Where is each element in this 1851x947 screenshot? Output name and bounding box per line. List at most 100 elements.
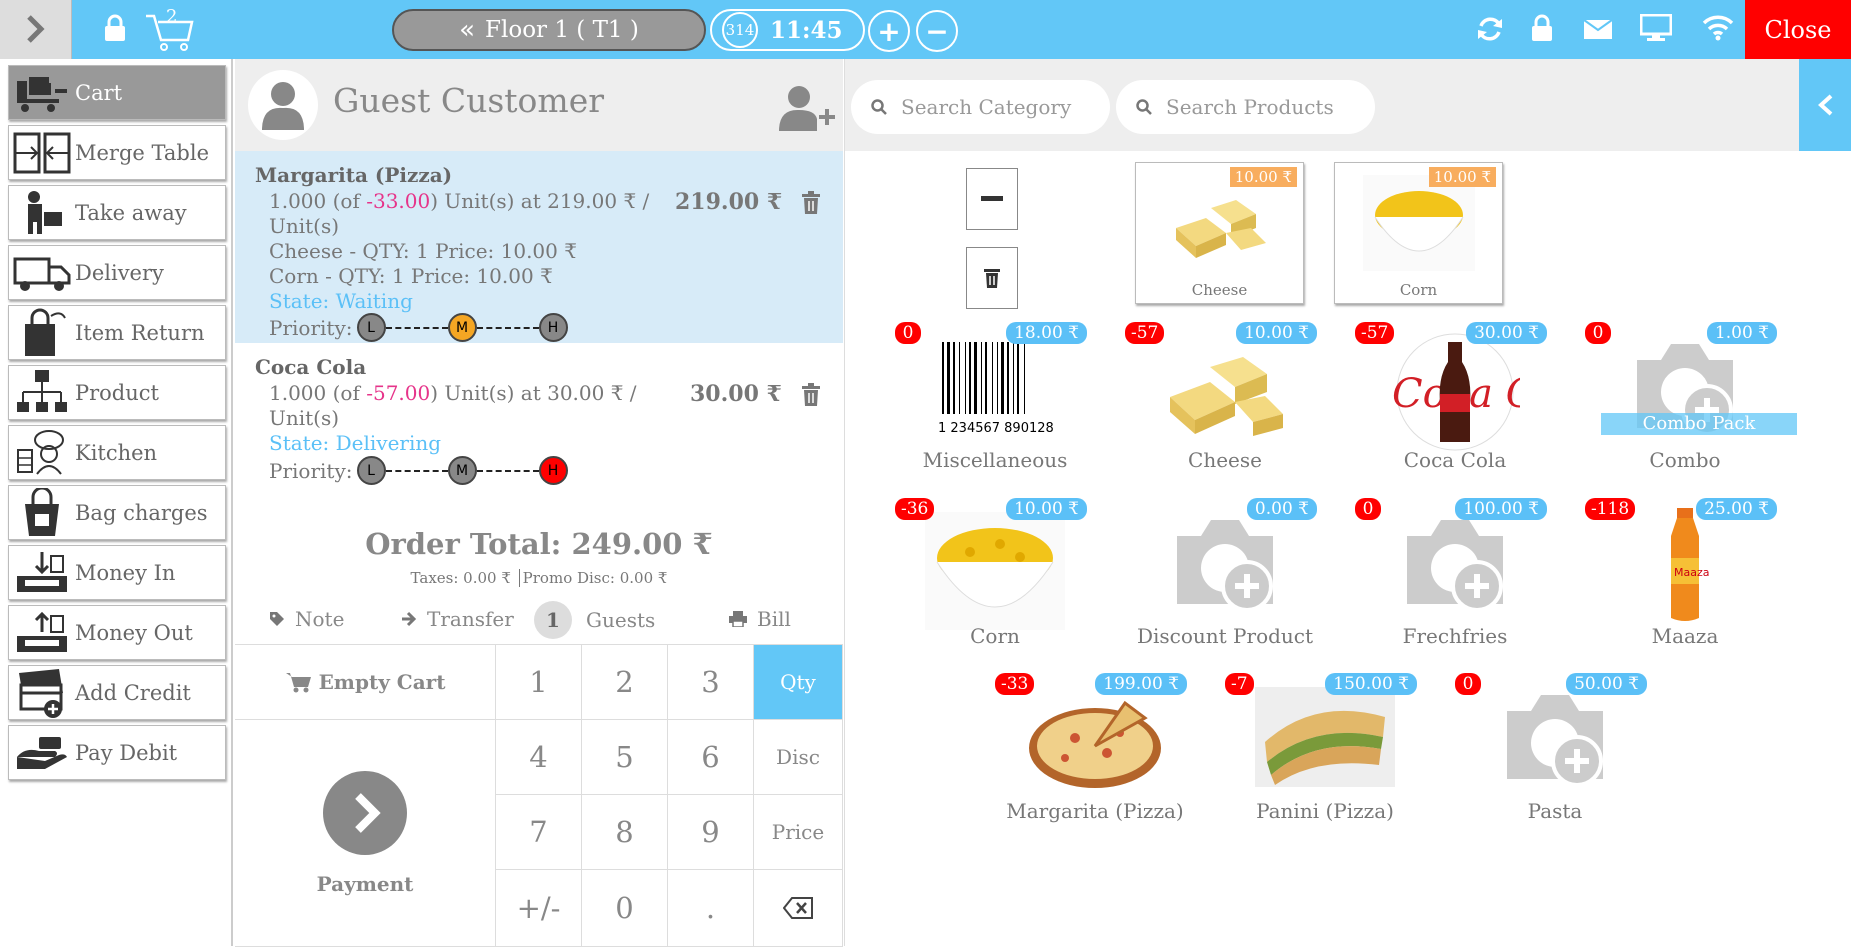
numpad-key-6[interactable]: 6 (668, 720, 754, 795)
priority-high[interactable]: H (538, 313, 568, 342)
price-badge: 25.00 ₹ (1696, 498, 1777, 520)
order-line-price: 219.00 ₹ (675, 189, 783, 215)
promo-discount: Promo Disc: 0.00 ₹ (522, 569, 668, 587)
sidebar-item-add-credit[interactable]: Add Credit (8, 665, 226, 720)
trash-icon[interactable] (801, 191, 821, 215)
sidebar-item-bag-charges[interactable]: Bag charges (8, 485, 226, 540)
add-image-placeholder-icon (1507, 695, 1603, 787)
numpad-key-9[interactable]: 9 (668, 795, 754, 870)
priority-medium[interactable]: M (447, 313, 477, 342)
search-products-input[interactable]: Search Products (1116, 80, 1375, 134)
tag-icon (270, 612, 284, 626)
empty-cart-button[interactable]: Empty Cart (235, 645, 496, 720)
combo-delete-button[interactable] (966, 247, 1018, 309)
product-card[interactable]: -33 199.00 ₹ Margarita (Pizza) (985, 673, 1205, 843)
product-card[interactable]: -57 10.00 ₹ Cheese (1115, 322, 1335, 492)
sidebar-item-label: Pay Debit (75, 740, 178, 765)
numpad-key-4[interactable]: 4 (496, 720, 582, 795)
floor-selector-button[interactable]: « Floor 1 ( T1 ) (392, 9, 706, 51)
price-badge: 50.00 ₹ (1566, 673, 1647, 695)
numpad-key-sign[interactable]: +/- (496, 870, 582, 947)
cart-button[interactable]: 2 (144, 6, 194, 52)
numpad-key-0[interactable]: 0 (582, 870, 668, 947)
sidebar-item-money-in[interactable]: Money In (8, 545, 226, 600)
numpad-key-dot[interactable]: . (668, 870, 754, 947)
product-hierarchy-icon (17, 369, 67, 412)
refresh-icon[interactable] (1475, 14, 1505, 44)
sidebar-item-take-away[interactable]: Take away (8, 185, 226, 240)
numpad-key-3[interactable]: 3 (668, 645, 754, 720)
bill-button[interactable]: Bill (729, 607, 791, 631)
numpad-mode-disc[interactable]: Disc (754, 720, 843, 795)
stock-badge: -33 (995, 673, 1035, 695)
order-line[interactable]: Coca Cola 1.000 (of -57.00) Unit(s) at 3… (235, 343, 843, 503)
sidebar-item-money-out[interactable]: Money Out (8, 605, 226, 660)
trash-icon[interactable] (801, 383, 821, 407)
sidebar-item-cart[interactable]: Cart (8, 65, 226, 120)
product-card[interactable]: 1 234567 890128 > 0 18.00 ₹ Miscellaneous (885, 322, 1105, 492)
product-card[interactable]: 0 50.00 ₹ Pasta (1445, 673, 1665, 843)
close-button[interactable]: Close (1745, 0, 1851, 59)
lock-icon[interactable] (103, 14, 127, 42)
add-user-icon[interactable] (777, 85, 837, 133)
product-name: Margarita (Pizza) (1006, 799, 1184, 823)
add-order-button[interactable]: + (868, 10, 910, 52)
numpad-backspace[interactable] (754, 870, 843, 947)
transfer-button[interactable]: Transfer (401, 607, 514, 631)
payment-button[interactable]: Payment (235, 720, 496, 947)
sidebar-item-product[interactable]: Product (8, 365, 226, 420)
sidebar-item-label: Kitchen (75, 440, 158, 465)
trash-icon (984, 269, 1000, 288)
numpad-mode-qty[interactable]: Qty (754, 645, 843, 720)
minus-icon (981, 196, 1003, 201)
product-card[interactable]: 0.00 ₹ Discount Product (1115, 498, 1335, 668)
lock-screen-icon[interactable] (1530, 13, 1554, 43)
order-line-state: State: Waiting (269, 289, 413, 313)
product-card[interactable]: Maaza -118 25.00 ₹ Maaza (1575, 498, 1795, 668)
product-name: Pasta (1527, 799, 1583, 823)
combo-minus-button[interactable] (966, 168, 1018, 230)
product-card[interactable]: Combo Pack 0 1.00 ₹ Combo (1575, 322, 1797, 492)
envelope-icon[interactable] (1583, 17, 1613, 41)
priority-high[interactable]: H (538, 456, 568, 485)
stock-badge: -7 (1225, 673, 1254, 695)
printer-icon (729, 611, 747, 627)
customer-avatar[interactable] (248, 70, 318, 140)
monitor-icon[interactable] (1640, 14, 1672, 42)
numpad-key-8[interactable]: 8 (582, 795, 668, 870)
order-line-name: Margarita (Pizza) (255, 163, 453, 187)
corn-bowl-image (925, 512, 1065, 630)
cheese-image (1170, 357, 1283, 436)
product-card[interactable]: Coca Cola-5730.00 ₹Coca Cola (1345, 322, 1597, 492)
price-badge: 10.00 ₹ (1006, 498, 1087, 520)
sidebar-item-kitchen[interactable]: Kitchen (8, 425, 226, 480)
expand-panel-button[interactable] (0, 0, 72, 59)
numpad-key-2[interactable]: 2 (582, 645, 668, 720)
shopping-cart-icon (285, 673, 311, 693)
order-line-unit: Unit(s) (269, 406, 340, 430)
numpad-key-1[interactable]: 1 (496, 645, 582, 720)
note-button[interactable]: Note (269, 607, 344, 631)
priority-medium[interactable]: M (447, 456, 477, 485)
collapse-panel-button[interactable] (1799, 59, 1851, 151)
combo-item-card[interactable]: 10.00 ₹ Cheese (1135, 162, 1304, 304)
remove-order-button[interactable]: − (916, 10, 958, 52)
numpad-key-7[interactable]: 7 (496, 795, 582, 870)
order-line[interactable]: Margarita (Pizza) 1.000 (of -33.00) Unit… (235, 151, 843, 343)
combo-item-name: Corn (1399, 281, 1438, 299)
search-category-input[interactable]: Search Category (851, 80, 1110, 134)
pizza-image (1029, 700, 1161, 788)
numpad-mode-price[interactable]: Price (754, 795, 843, 870)
product-card[interactable]: 0 100.00 ₹ Frechfries (1345, 498, 1565, 668)
numpad-key-5[interactable]: 5 (582, 720, 668, 795)
priority-low[interactable]: L (356, 313, 386, 342)
sidebar-item-delivery[interactable]: Delivery (8, 245, 226, 300)
product-card[interactable]: -7 150.00 ₹ Panini (Pizza) (1215, 673, 1435, 843)
priority-low[interactable]: L (356, 456, 386, 485)
combo-item-card[interactable]: 10.00 ₹ Corn (1334, 162, 1503, 304)
product-card[interactable]: -36 10.00 ₹ Corn (885, 498, 1105, 668)
sidebar-item-item-return[interactable]: Item Return (8, 305, 226, 360)
sidebar-item-pay-debit[interactable]: Pay Debit (8, 725, 226, 780)
guests-button[interactable]: 1 Guests (534, 601, 655, 639)
sidebar-item-merge-table[interactable]: Merge Table (8, 125, 226, 180)
